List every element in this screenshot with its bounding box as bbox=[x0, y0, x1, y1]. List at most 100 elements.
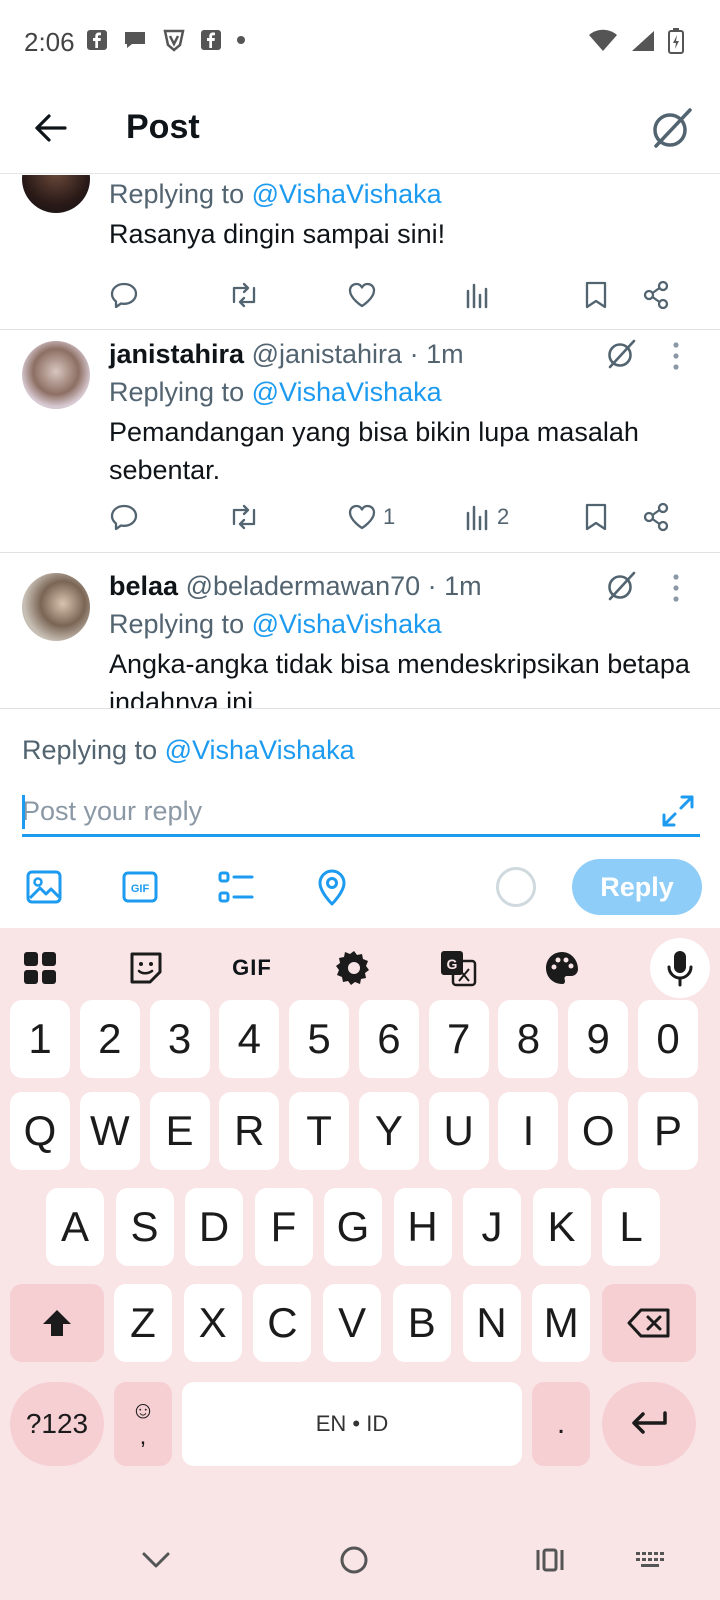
sticker-key[interactable] bbox=[122, 944, 170, 992]
bookmark-action[interactable] bbox=[583, 497, 609, 537]
poll-icon[interactable] bbox=[216, 867, 256, 907]
mention-link[interactable]: @VishaVishaka bbox=[252, 377, 442, 407]
gif-icon[interactable]: GIF bbox=[120, 867, 160, 907]
grok-icon[interactable] bbox=[604, 337, 638, 371]
image-icon[interactable] bbox=[24, 867, 64, 907]
key-g[interactable]: G bbox=[324, 1188, 382, 1266]
gif-key[interactable]: GIF bbox=[226, 944, 278, 992]
home-button[interactable] bbox=[332, 1538, 376, 1582]
bookmark-action[interactable] bbox=[583, 275, 609, 315]
bookmark-icon bbox=[585, 281, 607, 309]
reply-action[interactable] bbox=[109, 497, 139, 537]
key-1[interactable]: 1 bbox=[10, 1000, 70, 1078]
replies-feed[interactable]: Replying to @VishaVishaka Rasanya dingin… bbox=[0, 175, 720, 708]
views-action[interactable] bbox=[465, 275, 497, 315]
key-j[interactable]: J bbox=[463, 1188, 521, 1266]
key-8[interactable]: 8 bbox=[498, 1000, 559, 1078]
avatar[interactable] bbox=[22, 341, 90, 409]
translate-key[interactable]: G bbox=[434, 944, 482, 992]
key-k[interactable]: K bbox=[532, 1188, 591, 1266]
key-f[interactable]: F bbox=[254, 1188, 313, 1266]
avatar[interactable] bbox=[22, 175, 90, 213]
key-c[interactable]: C bbox=[253, 1284, 312, 1362]
display-name[interactable]: janistahira bbox=[109, 339, 244, 369]
key-b[interactable]: B bbox=[392, 1284, 451, 1362]
key-0[interactable]: 0 bbox=[638, 1000, 699, 1078]
key-q[interactable]: Q bbox=[10, 1092, 70, 1170]
shift-key[interactable] bbox=[10, 1284, 104, 1362]
key-t[interactable]: T bbox=[289, 1092, 350, 1170]
voice-input-key[interactable] bbox=[650, 938, 710, 998]
like-action[interactable]: 1 bbox=[347, 497, 395, 537]
mention-link[interactable]: @VishaVishaka bbox=[252, 609, 442, 639]
repost-action[interactable] bbox=[227, 497, 261, 537]
expand-icon[interactable] bbox=[660, 793, 696, 829]
replying-to-line: Replying to @VishaVishaka bbox=[109, 179, 442, 209]
key-o[interactable]: O bbox=[568, 1092, 629, 1170]
mention-link[interactable]: @VishaVishaka bbox=[252, 179, 442, 209]
space-key[interactable]: EN • ID bbox=[182, 1382, 522, 1466]
handle[interactable]: @janistahira bbox=[252, 339, 402, 369]
repost-action[interactable] bbox=[227, 275, 261, 315]
grok-icon[interactable] bbox=[648, 104, 696, 152]
share-action[interactable] bbox=[641, 497, 671, 537]
enter-arrow-icon bbox=[632, 1411, 667, 1434]
handle[interactable]: @beladermawan70 bbox=[186, 571, 421, 601]
key-r[interactable]: R bbox=[219, 1092, 280, 1170]
views-action[interactable]: 2 bbox=[465, 497, 509, 537]
backspace-key[interactable] bbox=[602, 1284, 696, 1362]
key-i[interactable]: I bbox=[498, 1092, 559, 1170]
settings-key[interactable] bbox=[330, 944, 378, 992]
key-w[interactable]: W bbox=[79, 1092, 140, 1170]
more-options-icon[interactable] bbox=[666, 339, 686, 373]
like-action[interactable] bbox=[347, 275, 383, 315]
key-2[interactable]: 2 bbox=[79, 1000, 140, 1078]
emoji-comma-key[interactable]: ☺, bbox=[114, 1382, 172, 1466]
key-y[interactable]: Y bbox=[358, 1092, 419, 1170]
key-x[interactable]: X bbox=[183, 1284, 242, 1362]
mention-link[interactable]: @VishaVishaka bbox=[165, 735, 355, 765]
key-p[interactable]: P bbox=[638, 1092, 699, 1170]
key-e[interactable]: E bbox=[149, 1092, 210, 1170]
key-7[interactable]: 7 bbox=[428, 1000, 489, 1078]
key-v[interactable]: V bbox=[323, 1284, 382, 1362]
keyboard-icon bbox=[636, 1552, 664, 1567]
hide-keyboard-button[interactable] bbox=[134, 1538, 178, 1582]
grok-icon[interactable] bbox=[604, 569, 638, 603]
recents-button[interactable] bbox=[528, 1538, 572, 1582]
symbols-key[interactable]: ?123 bbox=[10, 1382, 104, 1466]
key-l[interactable]: L bbox=[602, 1188, 660, 1266]
key-6[interactable]: 6 bbox=[358, 1000, 419, 1078]
period-key[interactable]: . bbox=[532, 1382, 590, 1466]
comment-icon bbox=[110, 504, 138, 531]
enter-key[interactable] bbox=[602, 1382, 696, 1466]
key-z[interactable]: Z bbox=[114, 1284, 172, 1362]
key-a[interactable]: A bbox=[46, 1188, 104, 1266]
share-action[interactable] bbox=[641, 275, 671, 315]
key-d[interactable]: D bbox=[185, 1188, 243, 1266]
avatar[interactable] bbox=[22, 573, 90, 641]
translate-icon: G bbox=[441, 951, 477, 987]
reply-post[interactable]: janistahira @janistahira · 1m Replying t… bbox=[0, 321, 720, 553]
key-4[interactable]: 4 bbox=[219, 1000, 280, 1078]
more-options-icon[interactable] bbox=[666, 571, 686, 605]
display-name[interactable]: belaa bbox=[109, 571, 178, 601]
reply-input[interactable] bbox=[22, 789, 622, 833]
reply-post[interactable]: Replying to @VishaVishaka Rasanya dingin… bbox=[0, 175, 720, 330]
theme-key[interactable] bbox=[538, 944, 586, 992]
key-s[interactable]: S bbox=[115, 1188, 174, 1266]
key-m[interactable]: M bbox=[532, 1284, 591, 1362]
apps-grid-key[interactable] bbox=[16, 944, 64, 992]
key-9[interactable]: 9 bbox=[568, 1000, 629, 1078]
key-3[interactable]: 3 bbox=[149, 1000, 210, 1078]
reply-button[interactable]: Reply bbox=[572, 859, 702, 915]
key-u[interactable]: U bbox=[428, 1092, 489, 1170]
location-icon[interactable] bbox=[312, 867, 352, 907]
key-h[interactable]: H bbox=[393, 1188, 452, 1266]
reply-action[interactable] bbox=[109, 275, 139, 315]
key-n[interactable]: N bbox=[462, 1284, 521, 1362]
keyboard-switch-button[interactable] bbox=[628, 1538, 672, 1582]
back-button[interactable] bbox=[28, 106, 72, 150]
reply-post[interactable]: belaa @beladermawan70 · 1m Replying to @… bbox=[0, 553, 720, 708]
key-5[interactable]: 5 bbox=[289, 1000, 350, 1078]
